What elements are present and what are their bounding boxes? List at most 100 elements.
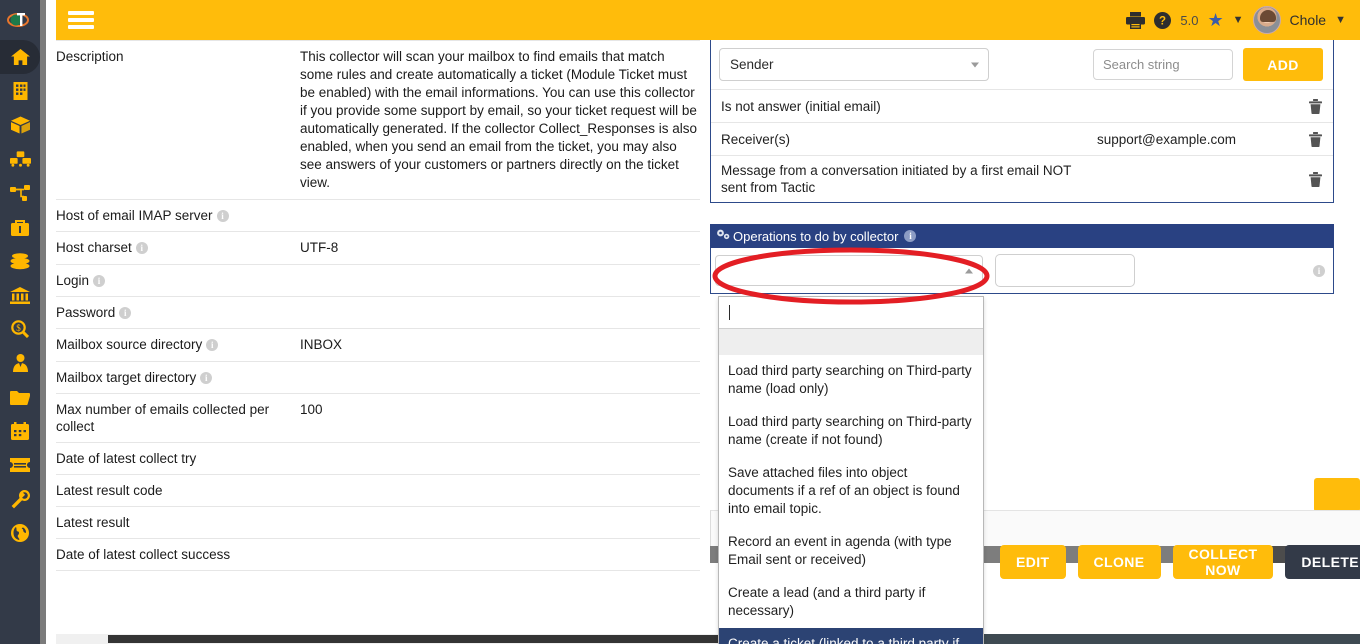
dropdown-option[interactable] [719, 329, 983, 355]
print-icon[interactable] [1126, 11, 1146, 29]
form-row-value [300, 474, 700, 507]
trash-icon[interactable] [1297, 171, 1333, 187]
avatar[interactable] [1252, 6, 1281, 34]
operations-body: i [710, 248, 1334, 294]
info-icon[interactable]: i [135, 242, 148, 254]
info-icon[interactable]: i [1313, 264, 1325, 277]
info-icon[interactable]: i [206, 339, 219, 351]
sidebar-item-agenda[interactable] [0, 414, 40, 448]
form-label-text: Password [56, 305, 116, 320]
form-row-value: This collector will scan your mailbox to… [300, 40, 700, 200]
chevron-down-icon[interactable]: ▼ [1233, 14, 1244, 26]
form-row: Host charset i UTF-8 [56, 231, 700, 265]
form-label-text: Mailbox source directory [56, 337, 203, 352]
help-question-icon[interactable]: ? [1154, 11, 1172, 29]
sidebar-item-billing[interactable] [0, 244, 40, 278]
info-icon[interactable]: i [93, 275, 106, 287]
operations-header-title: Operations to do by collector [733, 228, 899, 244]
tactic-logo[interactable] [0, 0, 40, 40]
form-row: Latest result code [56, 474, 700, 507]
form-label-text: Description [56, 49, 124, 64]
sidebar-item-commercial[interactable] [0, 210, 40, 244]
rule-value: support@example.com [1097, 131, 1237, 147]
sidebar-item-hr[interactable] [0, 346, 40, 380]
form-row-value [300, 506, 700, 539]
form-row: Host of email IMAP server i [56, 199, 700, 232]
rule-name: Message from a conversation initiated by… [721, 163, 1072, 195]
sidebar-item-hierarchy[interactable] [0, 176, 40, 210]
form-row-label: Latest result [56, 506, 300, 539]
sidebar-item-documents[interactable] [0, 380, 40, 414]
dropdown-option[interactable]: Create a lead (and a third party if nece… [719, 577, 983, 628]
application-window: $ ? 5.0 ★ ▼ Chole ▼ Description This col… [0, 0, 1360, 644]
add-rule-button[interactable]: ADD [1243, 48, 1323, 81]
rule-search-input[interactable]: Search string [1093, 49, 1233, 80]
hamburger-menu-icon[interactable] [68, 9, 94, 31]
edit-button[interactable]: EDIT [1000, 545, 1066, 579]
trash-icon[interactable] [1297, 98, 1333, 114]
rule-type-value: Sender [730, 57, 774, 72]
form-row-value [300, 199, 700, 232]
info-icon[interactable]: i [904, 230, 917, 242]
action-button-group: EDIT CLONE COLLECT NOW DELETE [1000, 545, 1360, 579]
dropdown-option[interactable]: Load third party searching on Third-part… [719, 355, 983, 406]
star-icon[interactable]: ★ [1207, 11, 1223, 29]
trash-icon[interactable] [1297, 131, 1333, 147]
info-icon[interactable]: i [119, 307, 132, 319]
form-row: Password i [56, 296, 700, 329]
operations-dropdown[interactable]: Load third party searching on Third-part… [718, 296, 984, 644]
dropdown-search-input[interactable] [719, 297, 983, 329]
rule-type-select[interactable]: Sender [719, 48, 989, 81]
form-row-value [300, 296, 700, 329]
collect-now-button[interactable]: COLLECT NOW [1172, 545, 1274, 579]
form-label-text: Date of latest collect success [56, 547, 231, 562]
form-row-label: Host of email IMAP server i [56, 199, 300, 232]
sidebar-item-products[interactable] [0, 108, 40, 142]
rule-name: Receiver(s) [721, 131, 791, 147]
version-label: 5.0 [1180, 12, 1199, 28]
form-row-value [300, 538, 700, 571]
form-label-text: Latest result code [56, 483, 163, 498]
dropdown-option[interactable]: Save attached files into object document… [719, 457, 983, 526]
operations-type-select[interactable] [715, 255, 983, 286]
sidebar-item-stock[interactable] [0, 142, 40, 176]
info-icon[interactable]: i [216, 210, 229, 222]
info-icon[interactable]: i [200, 372, 213, 384]
dropdown-option-list: Load third party searching on Third-part… [719, 329, 983, 644]
table-row: Is not answer (initial email) [711, 89, 1333, 122]
form-row-label: Password i [56, 296, 300, 329]
sidebar-icon-rail: $ [0, 0, 40, 644]
delete-button[interactable]: DELETE [1285, 545, 1360, 579]
sidebar-item-company[interactable] [0, 74, 40, 108]
dropdown-option[interactable]: Load third party searching on Third-part… [719, 406, 983, 457]
operations-param-input[interactable] [995, 254, 1135, 287]
clone-button[interactable]: CLONE [1077, 545, 1161, 579]
dropdown-option[interactable]: Record an event in agenda (with type Ema… [719, 526, 983, 577]
sidebar-item-tickets[interactable] [0, 448, 40, 482]
form-row-value: INBOX [300, 328, 700, 362]
form-row-label: Date of latest collect success [56, 538, 300, 571]
sidebar-item-website[interactable] [0, 516, 40, 550]
collector-detail-form: Description This collector will scan your… [56, 40, 700, 636]
svg-text:?: ? [1159, 15, 1166, 27]
operations-info-icon-wrap: i [1309, 262, 1325, 280]
chevron-up-icon [965, 268, 973, 273]
form-label-text: Latest result [56, 515, 130, 530]
form-row: Date of latest collect success [56, 538, 700, 571]
page-horizontal-scrollbar[interactable] [56, 634, 1360, 644]
sidebar-item-tools[interactable] [0, 482, 40, 516]
rail-divider [40, 0, 56, 644]
form-row-label: Login i [56, 264, 300, 297]
form-row: Latest result [56, 506, 700, 539]
user-menu-chevron-down-icon[interactable]: ▼ [1335, 14, 1346, 26]
sidebar-item-home[interactable] [0, 40, 40, 74]
form-row-value: UTF-8 [300, 231, 700, 265]
sidebar-item-reports[interactable]: $ [0, 312, 40, 346]
topbar-right-group: ? 5.0 ★ ▼ Chole ▼ [1126, 6, 1346, 34]
form-table: Description This collector will scan your… [56, 40, 700, 571]
dropdown-option[interactable]: Create a ticket (linked to a third party… [719, 628, 983, 644]
add-operation-button[interactable] [1314, 478, 1360, 512]
form-label-text: Host charset [56, 240, 132, 255]
sidebar-item-accounting[interactable] [0, 278, 40, 312]
form-row-value [300, 442, 700, 475]
